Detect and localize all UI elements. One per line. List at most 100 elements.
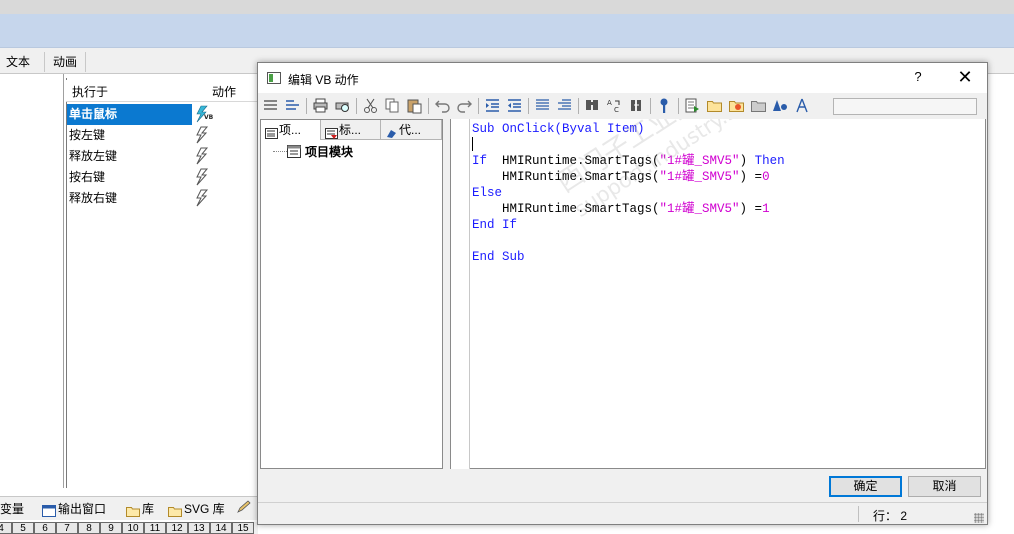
vb-badge: VB — [204, 114, 214, 121]
code-text-segment: HMIRuntime.SmartTags( — [472, 202, 660, 216]
edit-vb-action-dialog: 编辑 VB 动作 ? ✕ AC 项... 标... 代... 项目模块 Sub … — [257, 62, 988, 525]
close-button[interactable]: ✕ — [955, 67, 975, 87]
status-bar: 行： 2 — [258, 502, 987, 524]
pencil-icon[interactable] — [236, 500, 252, 518]
cancel-button[interactable]: 取消 — [908, 476, 981, 497]
code-text-segment: HMIRuntime.SmartTags( — [472, 170, 660, 184]
tab-standard[interactable]: 标... — [321, 120, 381, 140]
layer-tab[interactable]: 10 — [122, 522, 144, 534]
code-keyword: If — [472, 154, 503, 168]
status-divider — [858, 506, 859, 522]
dialog-title-bar[interactable]: 编辑 VB 动作 ? ✕ — [258, 63, 987, 93]
code-text[interactable]: Sub OnClick(Byval Item) If HMIRuntime.Sm… — [472, 121, 785, 265]
syntax-check-icon[interactable] — [656, 97, 673, 114]
uncomment-icon[interactable] — [556, 97, 573, 114]
code-text-segment: ) = — [739, 170, 763, 184]
code-line[interactable]: If HMIRuntime.SmartTags("1#罐_SMV5") Then — [472, 154, 785, 168]
event-row-release-right[interactable]: 释放右键 — [67, 188, 192, 209]
print-preview-icon[interactable] — [334, 97, 351, 114]
lightning-icon[interactable] — [193, 146, 213, 166]
layer-tab[interactable]: 9 — [100, 522, 122, 534]
tree-connector — [273, 151, 287, 152]
tab-code-templates[interactable]: 代... — [381, 120, 442, 140]
code-line[interactable]: HMIRuntime.SmartTags("1#罐_SMV5") =0 — [472, 170, 770, 184]
layer-tab[interactable]: 7 — [56, 522, 78, 534]
code-text-segment: ) — [739, 154, 755, 168]
dialog-title: 编辑 VB 动作 — [288, 73, 359, 87]
print-icon[interactable] — [312, 97, 329, 114]
code-keyword: End If — [472, 218, 518, 232]
code-keyword: Then — [754, 154, 785, 168]
navigation-pane: 项... 标... 代... 项目模块 — [260, 119, 443, 469]
folder-gray-icon[interactable] — [750, 97, 767, 114]
layer-tab[interactable]: 11 — [144, 522, 166, 534]
code-text-segment: HMIRuntime.SmartTags( — [502, 154, 660, 168]
folder-add-icon[interactable] — [728, 97, 745, 114]
project-icon — [265, 125, 278, 140]
module-icon — [287, 145, 301, 158]
event-row-mouse-click[interactable]: 单击鼠标 — [67, 104, 192, 125]
layer-tab[interactable]: 6 — [34, 522, 56, 534]
toolbar-combo-field[interactable] — [833, 98, 977, 115]
code-line[interactable]: Else — [472, 186, 502, 200]
tree-item-project-module[interactable]: 项目模块 — [305, 143, 353, 160]
editor-gutter — [450, 119, 470, 469]
goto-icon[interactable] — [628, 97, 645, 114]
insert-tag-icon[interactable] — [684, 97, 701, 114]
svg-text:A: A — [607, 99, 612, 107]
layer-tab[interactable]: 14 — [210, 522, 232, 534]
paste-icon[interactable] — [406, 97, 423, 114]
object-browser-icon[interactable] — [772, 97, 789, 114]
tab-text[interactable]: 文本 — [0, 52, 36, 72]
layer-tab[interactable]: 13 — [188, 522, 210, 534]
background-right-area — [987, 74, 1014, 534]
redo-icon[interactable] — [456, 97, 473, 114]
cursor-line-indicator: 行： 2 — [873, 509, 908, 523]
tab-animation[interactable]: 动画 — [44, 52, 86, 72]
cut-icon[interactable] — [362, 97, 379, 114]
window-icon — [267, 72, 281, 84]
svg-text:C: C — [614, 106, 619, 114]
tab-variables[interactable]: 变量 — [0, 500, 24, 518]
code-line[interactable]: HMIRuntime.SmartTags("1#罐_SMV5") =1 — [472, 202, 770, 216]
undo-icon[interactable] — [434, 97, 451, 114]
comment-icon[interactable] — [534, 97, 551, 114]
replace-icon[interactable]: AC — [606, 97, 623, 114]
help-button[interactable]: ? — [910, 69, 926, 84]
layer-tab[interactable]: 4 — [0, 522, 12, 534]
folder-icon[interactable] — [706, 97, 723, 114]
layer-tab[interactable]: 8 — [78, 522, 100, 534]
code-line[interactable]: Sub OnClick(Byval Item) — [472, 122, 645, 136]
lightning-icon[interactable] — [193, 125, 213, 145]
layer-tab[interactable]: 12 — [166, 522, 188, 534]
ok-button[interactable]: 确定 — [829, 476, 902, 497]
column-header-action: 动作 — [212, 85, 237, 99]
tab-output-window[interactable]: 输出窗口 — [42, 500, 106, 518]
align-left-icon[interactable] — [262, 97, 279, 114]
event-row-release-left[interactable]: 释放左键 — [67, 146, 192, 167]
code-number: 1 — [762, 202, 770, 216]
code-string: "1#罐_SMV5" — [659, 170, 740, 184]
code-line[interactable]: End Sub — [472, 250, 525, 264]
standard-module-icon — [325, 125, 338, 139]
layer-tab[interactable]: 15 — [232, 522, 254, 534]
lightning-icon[interactable] — [193, 188, 213, 208]
compass-icon[interactable] — [794, 97, 811, 114]
resize-grip-icon[interactable] — [974, 513, 984, 523]
tab-project[interactable]: 项... — [261, 120, 321, 140]
layer-tab[interactable]: 5 — [12, 522, 34, 534]
outdent-icon[interactable] — [506, 97, 523, 114]
tab-svg-library[interactable]: SVG 库 — [168, 500, 225, 518]
event-row-press-right[interactable]: 按右键 — [67, 167, 192, 188]
indent-icon[interactable] — [484, 97, 501, 114]
event-row-press-left[interactable]: 按左键 — [67, 125, 192, 146]
code-line[interactable]: End If — [472, 218, 517, 232]
format-icon[interactable] — [284, 97, 301, 114]
code-string: "1#罐_SMV5" — [659, 202, 740, 216]
code-editor[interactable]: Sub OnClick(Byval Item) If HMIRuntime.Sm… — [470, 119, 986, 469]
lightning-icon[interactable] — [193, 167, 213, 187]
properties-tree-area — [0, 74, 64, 488]
copy-icon[interactable] — [384, 97, 401, 114]
find-icon[interactable] — [584, 97, 601, 114]
tab-library[interactable]: 库 — [126, 500, 154, 518]
